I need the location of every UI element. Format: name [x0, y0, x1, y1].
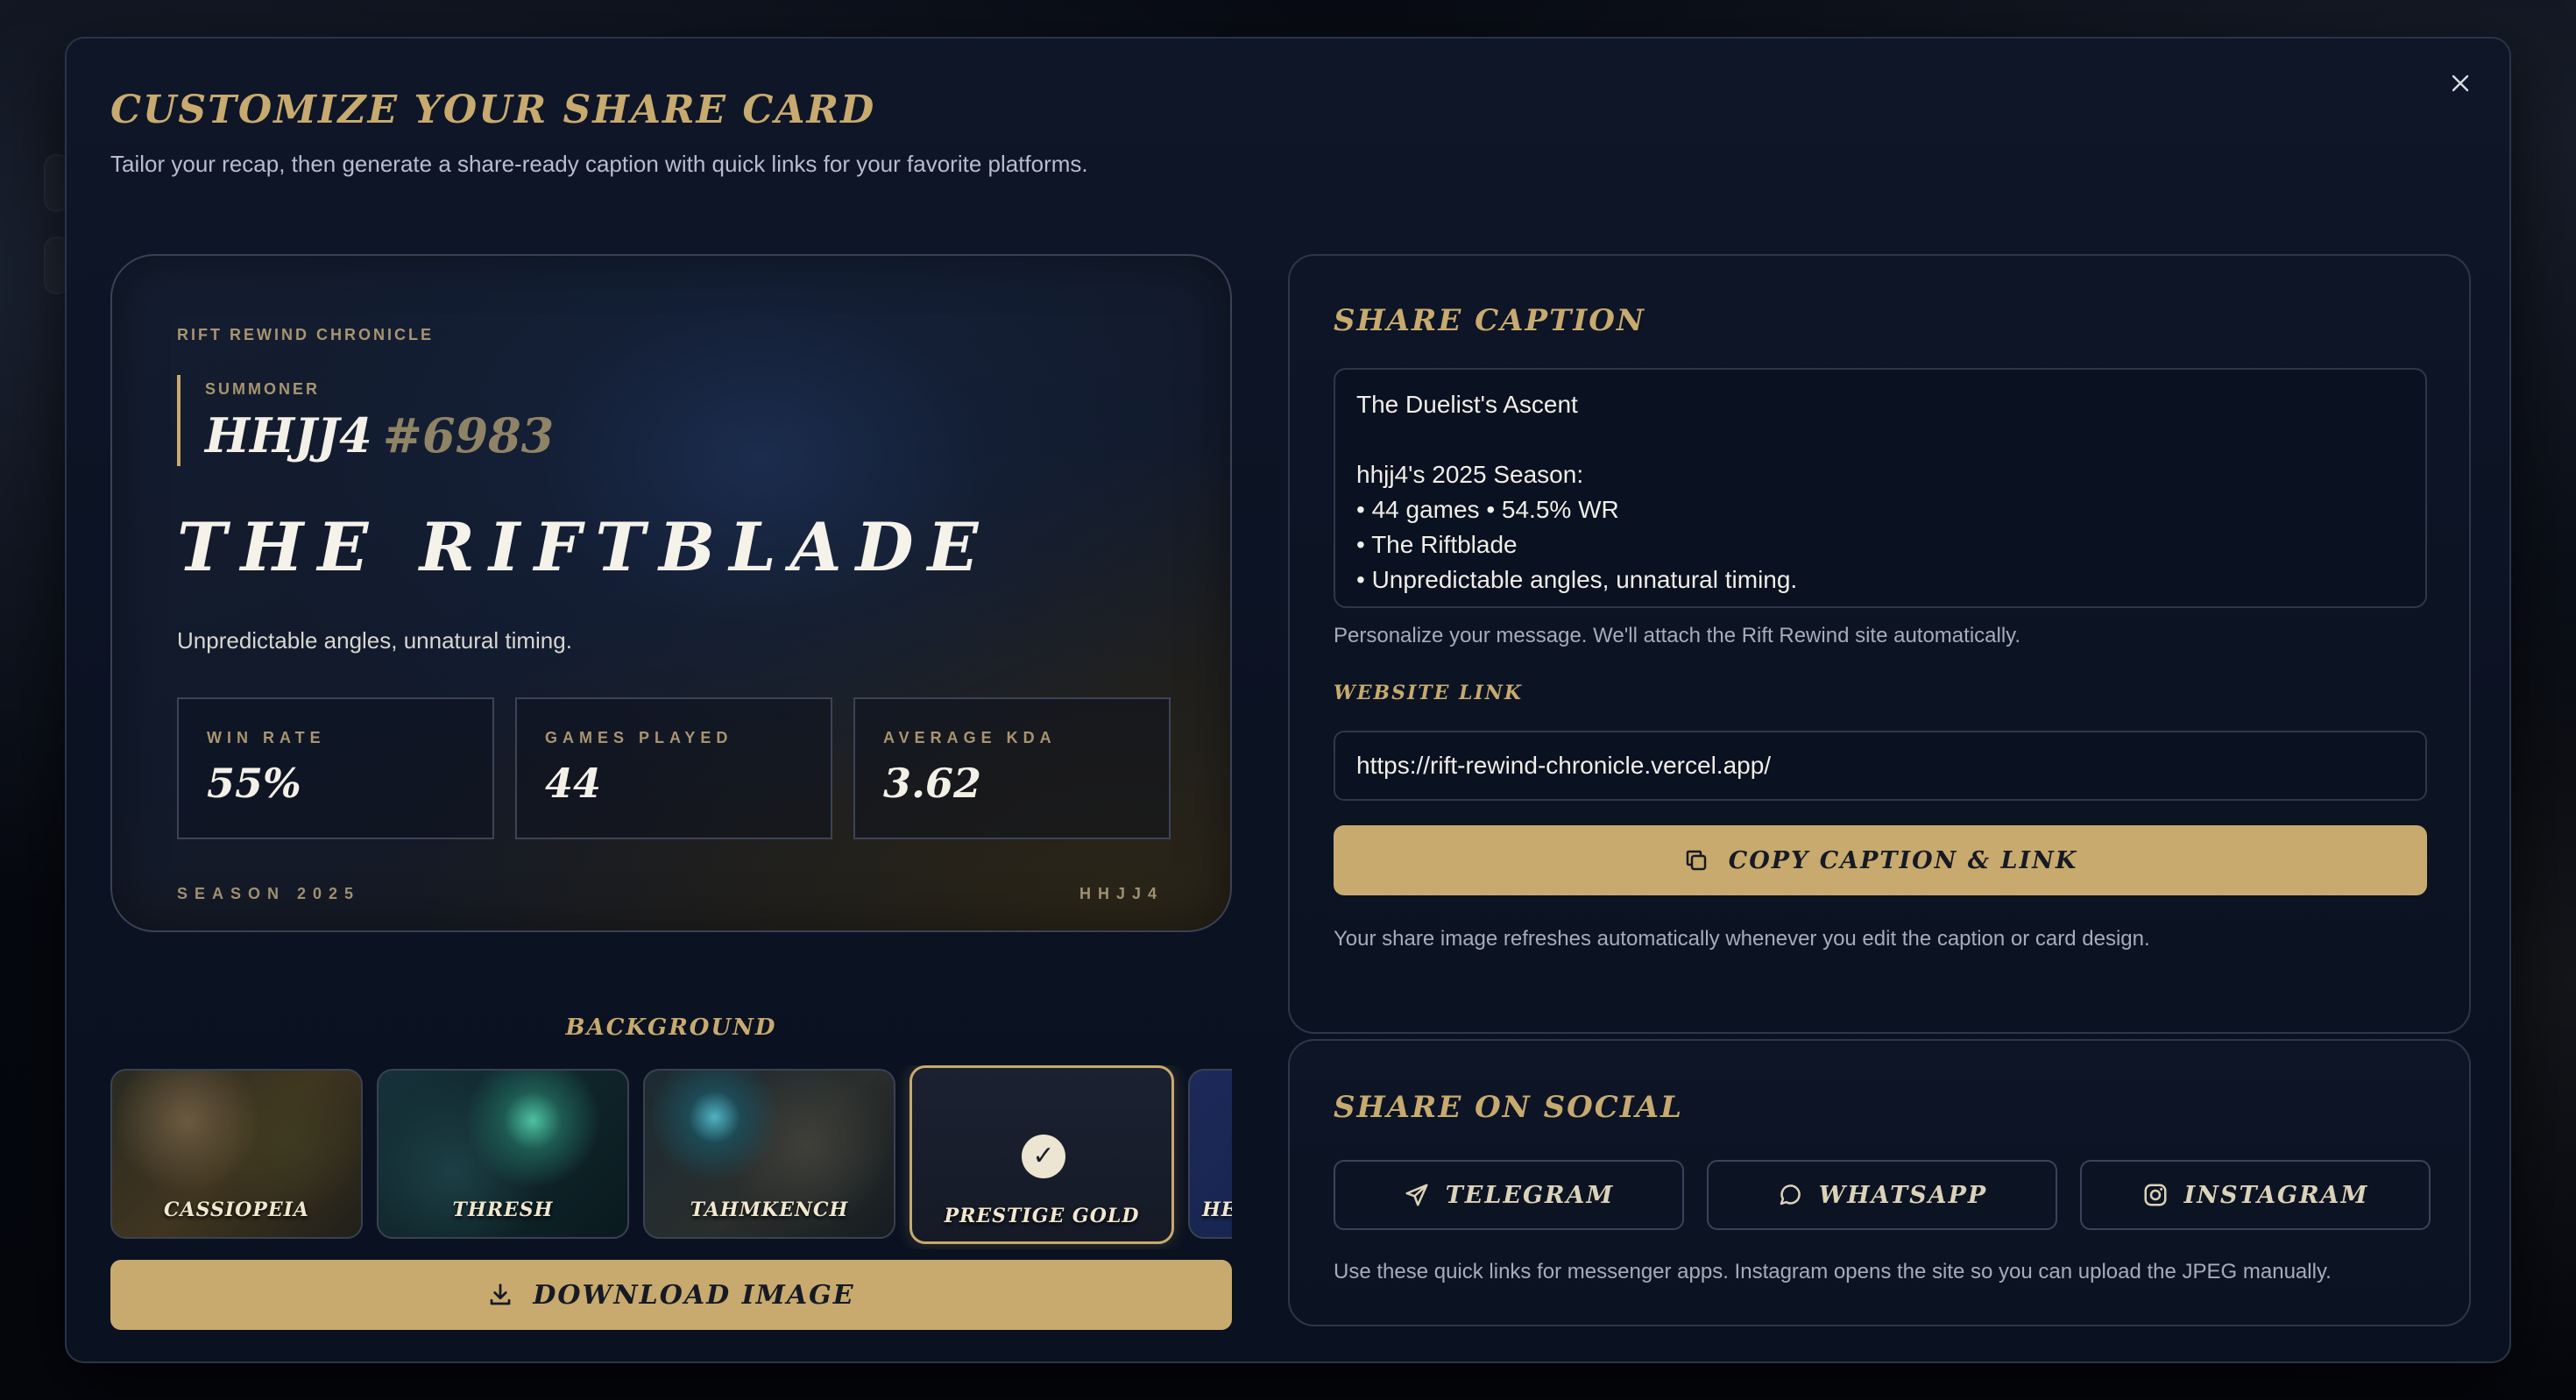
background-option-hex[interactable]: HEX: [1188, 1069, 1232, 1239]
summoner-tag: #6983: [382, 407, 555, 463]
background-option-prestige-gold[interactable]: ✓ PRESTIGE GOLD: [909, 1065, 1174, 1244]
instagram-icon: [2144, 1184, 2167, 1206]
refresh-note: Your share image refreshes automatically…: [1334, 927, 2150, 951]
background-picker: CASSIOPEIA THRESH TAHMKENCH ✓ PRESTIGE G…: [110, 1065, 1232, 1249]
background-option-thresh[interactable]: THRESH: [377, 1069, 629, 1239]
whatsapp-label: WHATSAPP: [1818, 1181, 1988, 1209]
close-button[interactable]: [2441, 65, 2480, 103]
share-card-modal: CUSTOMIZE YOUR SHARE CARD Tailor your re…: [65, 37, 2511, 1363]
stat-games-played: GAMES PLAYED 44: [515, 697, 832, 839]
chat-bubble-icon: [1780, 1184, 1801, 1206]
stat-value: 44: [545, 760, 602, 807]
summoner-name-text: HHJJ4: [205, 407, 372, 463]
close-icon: [2452, 74, 2469, 92]
stats-row: WIN RATE 55% GAMES PLAYED 44 AVERAGE KDA…: [177, 697, 1171, 839]
share-card-preview: RIFT REWIND CHRONICLE SUMMONER HHJJ4 #698…: [110, 254, 1232, 932]
copy-icon: [1686, 850, 1706, 871]
stat-average-kda: AVERAGE KDA 3.62: [853, 697, 1171, 839]
background-option-label: PRESTIGE GOLD: [944, 1205, 1140, 1227]
summoner-name: HHJJ4 #6983: [205, 407, 554, 463]
send-icon: [1405, 1184, 1428, 1206]
share-social-panel: SHARE ON SOCIAL TELEGRAM WHATSAPP INSTAG…: [1288, 1039, 2471, 1326]
instagram-button[interactable]: INSTAGRAM: [2080, 1160, 2431, 1230]
check-icon: ✓: [1022, 1135, 1065, 1178]
card-tagline: Unpredictable angles, unnatural timing.: [177, 627, 572, 654]
stat-label: GAMES PLAYED: [545, 729, 733, 746]
modal-title: CUSTOMIZE YOUR SHARE CARD: [110, 88, 876, 132]
website-link-label: WEBSITE LINK: [1334, 682, 1524, 704]
whatsapp-button[interactable]: WHATSAPP: [1707, 1160, 2057, 1230]
download-image-button[interactable]: DOWNLOAD IMAGE: [110, 1260, 1232, 1330]
stat-label: WIN RATE: [207, 729, 326, 746]
background-label: BACKGROUND: [565, 1015, 777, 1041]
download-icon: [491, 1283, 511, 1305]
copy-caption-label: COPY CAPTION & LINK: [1728, 846, 2078, 874]
summoner-block: SUMMONER HHJJ4 #6983: [177, 375, 554, 466]
background-option-cassiopeia[interactable]: CASSIOPEIA: [110, 1069, 363, 1239]
stat-label: AVERAGE KDA: [883, 729, 1057, 746]
telegram-button[interactable]: TELEGRAM: [1334, 1160, 1684, 1230]
card-footer-name: HHJJ4: [1079, 885, 1164, 902]
background-option-tahmkench[interactable]: TAHMKENCH: [643, 1069, 895, 1239]
caption-hint: Personalize your message. We'll attach t…: [1334, 624, 2021, 647]
modal-subtitle: Tailor your recap, then generate a share…: [110, 151, 1088, 177]
background-option-label: CASSIOPEIA: [164, 1198, 309, 1221]
stat-value: 55%: [207, 760, 301, 807]
background-option-label: HEX: [1202, 1198, 1232, 1221]
summoner-label: SUMMONER: [205, 380, 320, 398]
share-caption-title: SHARE CAPTION: [1334, 303, 1645, 338]
background-option-label: THRESH: [452, 1198, 554, 1221]
background-option-label: TAHMKENCH: [690, 1198, 849, 1221]
social-buttons: TELEGRAM WHATSAPP INSTAGRAM: [1334, 1160, 2431, 1230]
telegram-label: TELEGRAM: [1445, 1181, 1615, 1209]
copy-caption-button[interactable]: COPY CAPTION & LINK: [1334, 825, 2427, 895]
card-title: THE RIFTBLADE: [177, 508, 993, 586]
caption-textarea[interactable]: The Duelist's Ascent hhjj4's 2025 Season…: [1334, 368, 2427, 608]
share-social-title: SHARE ON SOCIAL: [1334, 1090, 1684, 1125]
stat-win-rate: WIN RATE 55%: [177, 697, 494, 839]
social-note: Use these quick links for messenger apps…: [1334, 1260, 2332, 1283]
card-eyebrow: RIFT REWIND CHRONICLE: [177, 326, 434, 343]
website-link-input[interactable]: [1334, 731, 2427, 801]
instagram-label: INSTAGRAM: [2183, 1181, 2369, 1209]
share-caption-panel: SHARE CAPTION The Duelist's Ascent hhjj4…: [1288, 254, 2471, 1034]
card-season: SEASON 2025: [177, 885, 361, 902]
download-image-label: DOWNLOAD IMAGE: [533, 1279, 855, 1311]
stat-value: 3.62: [883, 760, 982, 807]
